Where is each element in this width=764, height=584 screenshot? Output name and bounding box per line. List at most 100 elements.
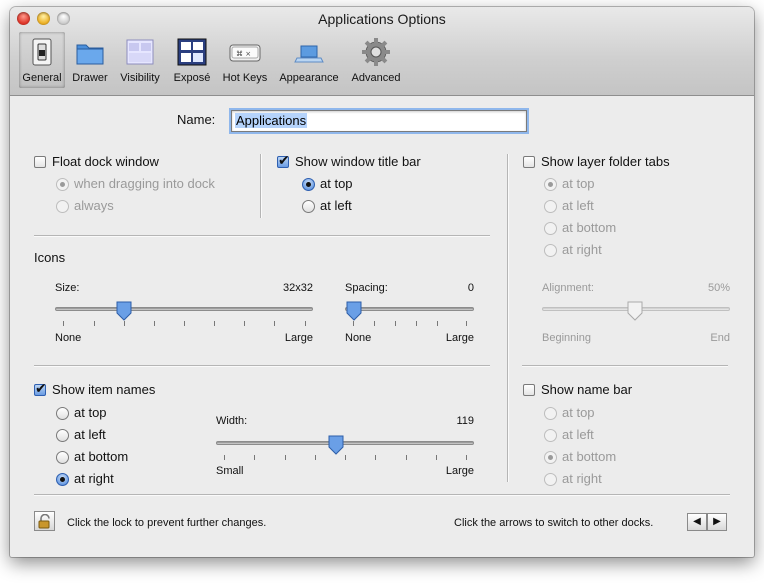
name-field[interactable]: Applications — [231, 110, 527, 132]
item-names-at-left-radio[interactable] — [56, 429, 69, 442]
tab-expose[interactable]: Exposé — [169, 32, 215, 88]
layer-tabs-checkbox[interactable] — [523, 156, 535, 168]
tab-visibility[interactable]: Visibility — [114, 32, 166, 88]
item-names-at-top-radio[interactable] — [56, 407, 69, 420]
name-label: Name: — [177, 112, 216, 127]
alignment-slider-thumb[interactable] — [627, 301, 643, 321]
item-names-at-top-label: at top — [74, 405, 107, 420]
name-bar-at-top-radio[interactable] — [544, 407, 557, 420]
tab-appearance[interactable]: Appearance — [275, 32, 343, 88]
size-slider-track[interactable] — [55, 307, 313, 311]
spacing-tick — [374, 321, 375, 326]
float-when-dragging-radio[interactable] — [56, 178, 69, 191]
float-always-radio[interactable] — [56, 200, 69, 213]
tab-drawer[interactable]: Drawer — [68, 32, 112, 88]
layer-tabs-at-bottom-label: at bottom — [562, 220, 617, 235]
name-field-value: Applications — [235, 113, 308, 128]
width-value: 119 — [456, 415, 474, 427]
size-max-label: Large — [284, 332, 313, 344]
size-tick — [124, 321, 125, 326]
spacing-slider-thumb[interactable] — [346, 301, 362, 321]
lock-button[interactable] — [34, 511, 55, 531]
spacing-value: 0 — [467, 282, 474, 294]
size-tick — [154, 321, 155, 326]
drawer-folder-icon — [76, 44, 104, 65]
name-bar-label: Show name bar — [541, 382, 633, 397]
layer-tabs-at-right-radio[interactable] — [544, 244, 557, 257]
item-names-label: Show item names — [52, 382, 156, 397]
general-pane: Name: Applications Float dock window whe… — [10, 96, 754, 557]
layer-tabs-at-left-label: at left — [562, 198, 594, 213]
arrows-hint-text: Click the arrows to switch to other dock… — [454, 517, 654, 529]
alignment-min-label: Beginning — [542, 332, 591, 344]
name-bar-checkbox[interactable] — [523, 384, 535, 396]
divider-vertical-2 — [507, 154, 509, 482]
tab-hot-keys[interactable]: ⌘ × Hot Keys — [217, 32, 273, 88]
name-bar-at-top-label: at top — [562, 405, 595, 420]
width-tick — [224, 455, 225, 460]
width-min-label: Small — [216, 465, 244, 477]
title-bar-at-left-label: at left — [320, 198, 352, 213]
title-bar-at-top-label: at top — [320, 176, 353, 191]
width-slider-track[interactable] — [216, 441, 474, 445]
item-names-at-bottom-radio[interactable] — [56, 451, 69, 464]
spacing-tick — [416, 321, 417, 326]
size-tick — [94, 321, 95, 326]
item-names-at-right-radio[interactable] — [56, 473, 69, 486]
name-bar-at-right-label: at right — [562, 471, 602, 486]
layer-tabs-at-top-label: at top — [562, 176, 595, 191]
keyboard-key-icon: ⌘ × — [229, 44, 261, 62]
general-switch-icon — [32, 38, 52, 66]
float-dock-checkbox[interactable] — [34, 156, 46, 168]
svg-text:⌘ ×: ⌘ × — [236, 50, 251, 58]
name-bar-at-right-radio[interactable] — [544, 473, 557, 486]
appearance-dock-icon — [294, 45, 324, 63]
previous-dock-button[interactable]: ◀ — [687, 513, 707, 531]
size-tick — [184, 321, 185, 326]
item-names-at-right-label: at right — [74, 471, 114, 486]
name-bar-at-left-radio[interactable] — [544, 429, 557, 442]
width-slider-thumb[interactable] — [328, 435, 344, 455]
spacing-tick — [395, 321, 396, 326]
size-tick — [63, 321, 64, 326]
width-tick — [345, 455, 346, 460]
layer-tabs-at-bottom-radio[interactable] — [544, 222, 557, 235]
size-value: 32x32 — [283, 282, 313, 294]
spacing-max-label: Large — [445, 332, 474, 344]
title-bar-at-left-radio[interactable] — [302, 200, 315, 213]
title-bar-label: Show window title bar — [295, 154, 421, 169]
width-tick — [285, 455, 286, 460]
tab-general[interactable]: General — [19, 32, 65, 88]
title-bar-at-top-radio[interactable] — [302, 178, 315, 191]
item-names-at-bottom-label: at bottom — [74, 449, 129, 464]
width-tick — [406, 455, 407, 460]
alignment-label: Alignment: — [542, 282, 594, 294]
item-names-checkbox[interactable] — [34, 381, 47, 397]
name-bar-at-bottom-label: at bottom — [562, 449, 617, 464]
gear-icon — [362, 38, 390, 66]
width-label: Width: — [216, 415, 248, 427]
lock-icon — [38, 514, 50, 529]
spacing-slider-track[interactable] — [345, 307, 474, 311]
window-title: Applications Options — [318, 11, 446, 27]
divider-horizontal-2 — [34, 365, 490, 367]
spacing-tick — [437, 321, 438, 326]
name-bar-at-bottom-radio[interactable] — [544, 451, 557, 464]
title-bar-checkbox[interactable] — [277, 153, 290, 169]
layer-tabs-label: Show layer folder tabs — [541, 154, 670, 169]
width-tick — [375, 455, 376, 460]
size-tick — [244, 321, 245, 326]
divider-vertical-1 — [260, 154, 262, 218]
size-slider-thumb[interactable] — [116, 301, 132, 321]
tab-advanced[interactable]: Advanced — [346, 32, 406, 88]
layer-tabs-at-top-radio[interactable] — [544, 178, 557, 191]
next-dock-button[interactable]: ▶ — [707, 513, 727, 531]
alignment-max-label: End — [710, 332, 730, 344]
float-always-label: always — [74, 198, 114, 213]
size-tick — [214, 321, 215, 326]
divider-horizontal-1 — [34, 235, 490, 237]
float-when-dragging-label: when dragging into dock — [74, 176, 215, 191]
layer-tabs-at-left-radio[interactable] — [544, 200, 557, 213]
spacing-tick — [466, 321, 467, 326]
visibility-window-icon — [126, 39, 154, 65]
